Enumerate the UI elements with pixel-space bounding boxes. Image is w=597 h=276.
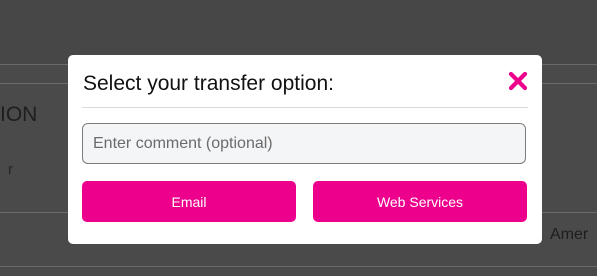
dialog-title: Select your transfer option: (83, 72, 334, 95)
background-section-heading: ION (0, 103, 38, 126)
transfer-option-dialog: Select your transfer option: Email Web S… (68, 55, 542, 244)
comment-input[interactable] (82, 123, 526, 164)
background-divider (0, 266, 597, 267)
dialog-header: Select your transfer option: (82, 55, 528, 108)
close-icon[interactable] (508, 71, 528, 91)
background-row-label: r (8, 161, 13, 178)
web-services-button[interactable]: Web Services (313, 181, 527, 222)
email-button[interactable]: Email (82, 181, 296, 222)
background-table-cell: Amer (550, 226, 589, 243)
